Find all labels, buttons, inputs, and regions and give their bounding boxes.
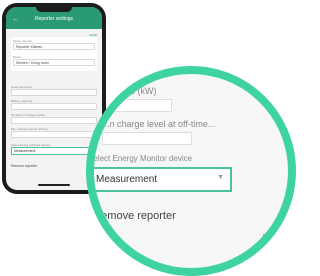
battery-field: Battery capacity xyxy=(11,99,97,110)
page-title: Reporter settings xyxy=(34,16,74,22)
zoom-device-value: Measurement xyxy=(96,174,158,185)
heat-loss-field: Heat loss factor xyxy=(11,85,97,96)
reporter-card: Name reporter Reporter Kitchen Room Kitc… xyxy=(11,37,97,71)
chargers-input[interactable] xyxy=(11,117,97,124)
charge-level-input[interactable] xyxy=(11,131,97,138)
home-indicator xyxy=(38,184,70,186)
chevron-down-icon: ▼ xyxy=(217,174,224,181)
zoom-remove-reporter-button[interactable]: ...emove reporter xyxy=(94,210,176,222)
room-field: Room Kitchen / Living room xyxy=(13,55,95,66)
charge-level-field: Min. charge level at off-time... xyxy=(11,127,97,138)
name-field: Name reporter Reporter Kitchen xyxy=(13,39,95,50)
zoom-magnifier: ...gers (kW) ...n charge level at off-ti… xyxy=(86,66,296,276)
zoom-chargers-label: ...gers (kW) xyxy=(110,86,157,96)
delete-indicator-icon xyxy=(263,234,268,239)
heat-loss-input[interactable] xyxy=(11,89,97,96)
remove-reporter-button[interactable]: Remove reporter xyxy=(11,164,37,168)
chargers-field: Number of chargers (kW) xyxy=(11,113,97,124)
battery-input[interactable] xyxy=(11,103,97,110)
room-input[interactable]: Kitchen / Living room xyxy=(13,59,95,66)
phone-notch xyxy=(36,7,72,12)
device-field: Select Energy Monitor device Measurement xyxy=(11,143,97,155)
zoom-chargers-input[interactable] xyxy=(110,99,172,112)
name-input[interactable]: Reporter Kitchen xyxy=(13,43,95,50)
device-select[interactable]: Measurement xyxy=(11,147,97,155)
zoom-charge-level-input[interactable] xyxy=(102,132,192,145)
zoom-device-select[interactable]: Measurement ▼ xyxy=(94,167,232,192)
zoom-charge-level-label: ...n charge level at off-time... xyxy=(102,119,216,129)
zoom-device-label: Select Energy Monitor device xyxy=(88,154,193,163)
